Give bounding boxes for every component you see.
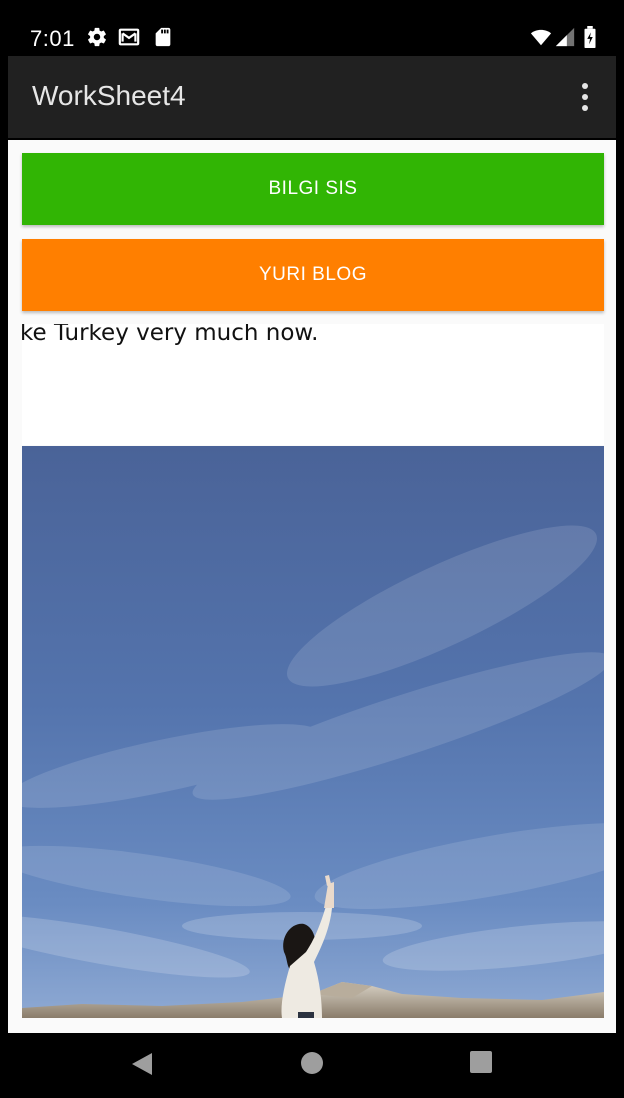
bilgi-sis-button[interactable]: BILGI SIS (22, 153, 604, 225)
status-bar: 7:01 (0, 0, 624, 56)
web-view[interactable]: ke Turkey very much now. (22, 324, 604, 445)
wifi-icon (530, 29, 552, 46)
back-icon[interactable] (130, 1051, 154, 1077)
status-time: 7:01 (30, 26, 75, 51)
app-title: WorkSheet4 (32, 80, 186, 111)
woman-pointing-at-sky-photo (22, 446, 604, 1018)
recents-icon[interactable] (470, 1051, 492, 1073)
sd-card-icon (155, 27, 171, 47)
web-view-text: ke Turkey very much now. (22, 324, 319, 346)
app-bar: WorkSheet4 (8, 56, 616, 138)
menu-dot (582, 105, 588, 111)
gmail-icon (118, 28, 140, 46)
more-vert-icon[interactable] (568, 76, 602, 118)
cell-signal-icon (555, 27, 575, 47)
menu-dot (582, 83, 588, 89)
main-content: BILGI SIS YURI BLOG ke Turkey very much … (8, 140, 616, 1033)
photo-image (22, 446, 604, 1018)
navigation-bar (0, 1033, 624, 1098)
battery-icon (584, 26, 596, 48)
menu-dot (582, 94, 588, 100)
home-icon[interactable] (300, 1051, 324, 1075)
settings-icon (88, 27, 106, 47)
yuri-blog-button[interactable]: YURI BLOG (22, 239, 604, 311)
